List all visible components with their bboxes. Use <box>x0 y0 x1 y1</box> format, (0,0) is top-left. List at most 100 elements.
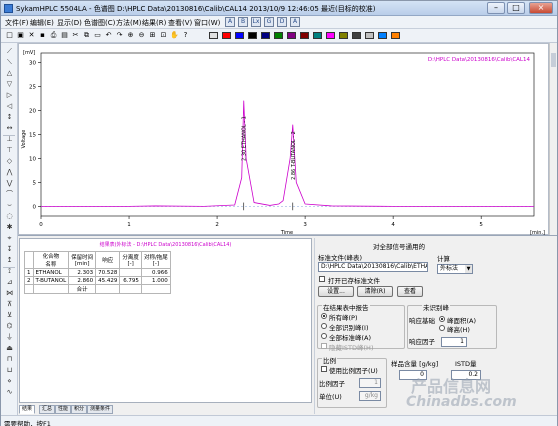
color-swatch-icon[interactable] <box>235 32 244 39</box>
print-std-checkbox[interactable] <box>319 276 325 282</box>
menu-tool-icon-3[interactable]: G <box>264 17 274 27</box>
table-row[interactable]: 1 ETHANOL 2.303 70.528 0.966 <box>24 268 171 277</box>
maximize-button[interactable]: □ <box>507 2 525 14</box>
integration-tool-icon[interactable]: ⊼ <box>5 300 14 309</box>
color-swatch-icon[interactable] <box>209 32 218 39</box>
integration-tool-icon[interactable]: ⋈ <box>5 289 14 298</box>
color-swatch-icon[interactable] <box>391 32 400 39</box>
menu-tool-icon-2[interactable]: Lx <box>251 17 261 27</box>
integration-tool-icon[interactable]: ⟟ <box>5 267 14 276</box>
report-identified-radio[interactable] <box>321 323 327 329</box>
menu-tool-icon-5[interactable]: A <box>290 17 300 27</box>
menu-tool-icon-0[interactable]: A <box>225 17 235 27</box>
color-swatch-icon[interactable] <box>261 32 270 39</box>
color-swatch-icon[interactable] <box>222 32 231 39</box>
color-swatch-icon[interactable] <box>274 32 283 39</box>
menu-item-7[interactable]: 窗口(W) <box>194 18 220 28</box>
integration-tool-icon[interactable]: ◇ <box>5 157 14 166</box>
zoom-fit-icon[interactable]: ⊞ <box>148 31 157 40</box>
integration-tool-icon[interactable]: ⌣ <box>5 201 14 210</box>
delete-icon[interactable]: ✕ <box>27 31 36 40</box>
scrollbar-thumb[interactable] <box>551 53 556 67</box>
menu-item-5[interactable]: 结果(R) <box>142 18 166 28</box>
color-swatch-icon[interactable] <box>352 32 361 39</box>
undo-icon[interactable]: ↶ <box>104 31 113 40</box>
help-icon[interactable]: ? <box>181 31 190 40</box>
save-icon[interactable]: ▪ <box>38 31 47 40</box>
integration-tool-icon[interactable]: ⌖ <box>5 234 14 243</box>
menu-item-6[interactable]: 查看(V) <box>168 18 192 28</box>
integration-tool-icon[interactable]: ◌ <box>5 212 14 221</box>
chevron-down-icon[interactable]: ▼ <box>465 265 472 273</box>
menu-tool-icon-4[interactable]: D <box>277 17 287 27</box>
integration-tool-icon[interactable]: ⋄ <box>5 377 14 386</box>
result-tab[interactable]: 性能 <box>55 405 72 414</box>
menu-item-1[interactable]: 编辑(E) <box>30 18 54 28</box>
cut-icon[interactable]: ✂ <box>71 31 80 40</box>
copy-icon[interactable]: ⧉ <box>82 31 91 40</box>
new-icon[interactable]: □ <box>5 31 14 40</box>
integration-tool-icon[interactable]: ⊥ <box>5 135 14 144</box>
std-file-field[interactable]: D:\HPLC Data\20130816\Calib\ETHANOL <box>318 262 428 272</box>
print-preview-icon[interactable]: ▤ <box>60 31 69 40</box>
table-row[interactable]: 2 T-BUTANOL 2.860 45.429 6.795 1.000 <box>24 276 171 285</box>
color-swatch-icon[interactable] <box>248 32 257 39</box>
integration-tool-icon[interactable]: ↧ <box>5 245 14 254</box>
integration-tool-icon[interactable]: ⊓ <box>5 355 14 364</box>
result-tab[interactable]: 结果 <box>19 405 36 414</box>
chart-scrollbar[interactable] <box>549 43 557 235</box>
istd-field[interactable]: 0.2 <box>451 370 481 380</box>
print-icon[interactable]: ⎙ <box>49 31 58 40</box>
color-swatch-icon[interactable] <box>287 32 296 39</box>
menu-item-3[interactable]: 色谱图(C) <box>84 18 115 28</box>
color-swatch-icon[interactable] <box>365 32 374 39</box>
color-swatch-icon[interactable] <box>378 32 387 39</box>
color-swatch-icon[interactable] <box>313 32 322 39</box>
integration-tool-icon[interactable]: ⟋ <box>5 47 14 56</box>
result-tab[interactable]: 测量条件 <box>87 405 114 414</box>
redo-icon[interactable]: ↷ <box>115 31 124 40</box>
height-radio[interactable] <box>439 325 445 331</box>
view-button[interactable]: 查看 <box>397 286 423 297</box>
result-tab[interactable]: 积分 <box>71 405 88 414</box>
open-icon[interactable]: ▣ <box>16 31 25 40</box>
use-scale-checkbox[interactable] <box>321 366 327 372</box>
paste-icon[interactable]: ▭ <box>93 31 102 40</box>
color-swatch-icon[interactable] <box>326 32 335 39</box>
menu-item-0[interactable]: 文件(F) <box>5 18 29 28</box>
color-swatch-icon[interactable] <box>339 32 348 39</box>
integration-tool-icon[interactable]: ⌬ <box>5 322 14 331</box>
hide-istd-checkbox[interactable] <box>321 343 327 349</box>
integration-tool-icon[interactable]: ↔ <box>5 124 14 133</box>
result-tab[interactable]: 汇总 <box>39 405 56 414</box>
integration-tool-icon[interactable]: ∿ <box>5 388 14 397</box>
integration-tool-icon[interactable]: ◁ <box>5 102 14 111</box>
integration-tool-icon[interactable]: ⊿ <box>5 278 14 287</box>
integration-tool-icon[interactable]: ✱ <box>5 223 14 232</box>
integration-tool-icon[interactable]: ⏏ <box>5 344 14 353</box>
integration-tool-icon[interactable]: ▷ <box>5 91 14 100</box>
integration-tool-icon[interactable]: ⋁ <box>5 179 14 188</box>
integration-tool-icon[interactable]: ⊤ <box>5 146 14 155</box>
integration-tool-icon[interactable]: ⌒ <box>5 190 14 199</box>
integration-tool-icon[interactable]: ↕ <box>5 113 14 122</box>
calc-select[interactable]: 外标法 ▼ <box>437 264 473 274</box>
menu-tool-icon-1[interactable]: B <box>238 17 248 27</box>
integration-tool-icon[interactable]: ⟍ <box>5 58 14 67</box>
report-all-radio[interactable] <box>321 313 327 319</box>
zoom-in-icon[interactable]: ⊕ <box>126 31 135 40</box>
integration-tool-icon[interactable]: ▽ <box>5 80 14 89</box>
unit-field[interactable]: g/kg <box>359 391 381 401</box>
integration-tool-icon[interactable]: △ <box>5 69 14 78</box>
clear-button[interactable]: 清除(R) <box>357 286 393 297</box>
hand-icon[interactable]: ✋ <box>170 31 179 40</box>
menu-item-4[interactable]: 方法(M) <box>116 18 142 28</box>
integration-tool-icon[interactable]: ⏚ <box>5 333 14 342</box>
resp-factor-field[interactable]: 1 <box>441 337 467 347</box>
integration-tool-icon[interactable]: ⋀ <box>5 168 14 177</box>
scale-factor-field[interactable]: 1 <box>359 378 381 388</box>
report-standard-radio[interactable] <box>321 333 327 339</box>
area-radio[interactable] <box>439 316 445 322</box>
integration-tool-icon[interactable]: ↥ <box>5 256 14 265</box>
minimize-button[interactable]: – <box>487 2 505 14</box>
